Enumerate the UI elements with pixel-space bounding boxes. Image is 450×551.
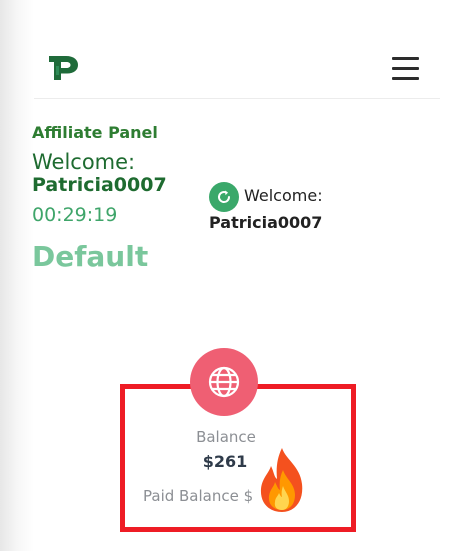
status-label: Default — [32, 240, 149, 273]
balance-value: $261 — [202, 452, 248, 471]
user-card-username: Patricia0007 — [209, 213, 323, 232]
paid-balance-label: Paid Balance $ — [143, 487, 254, 505]
balance-label: Balance — [196, 428, 256, 446]
menu-bar-middle — [392, 67, 419, 70]
user-card-welcome-label: Welcome: — [244, 186, 323, 205]
hamburger-menu-icon[interactable] — [392, 57, 420, 81]
username: Patricia0007 — [32, 174, 167, 196]
fire-emoji-icon — [256, 446, 308, 514]
header-divider — [34, 98, 440, 99]
menu-bar-top — [392, 57, 419, 60]
affiliate-dashboard-page: Affiliate Panel Welcome: Patricia0007 00… — [0, 0, 450, 551]
panel-title: Affiliate Panel — [32, 123, 158, 142]
refresh-icon[interactable] — [209, 182, 239, 212]
welcome-label: Welcome: — [32, 150, 136, 174]
session-timer: 00:29:19 — [32, 204, 118, 226]
rp-logo-icon[interactable] — [47, 53, 81, 83]
menu-bar-bottom — [392, 77, 419, 80]
globe-icon — [190, 348, 258, 416]
